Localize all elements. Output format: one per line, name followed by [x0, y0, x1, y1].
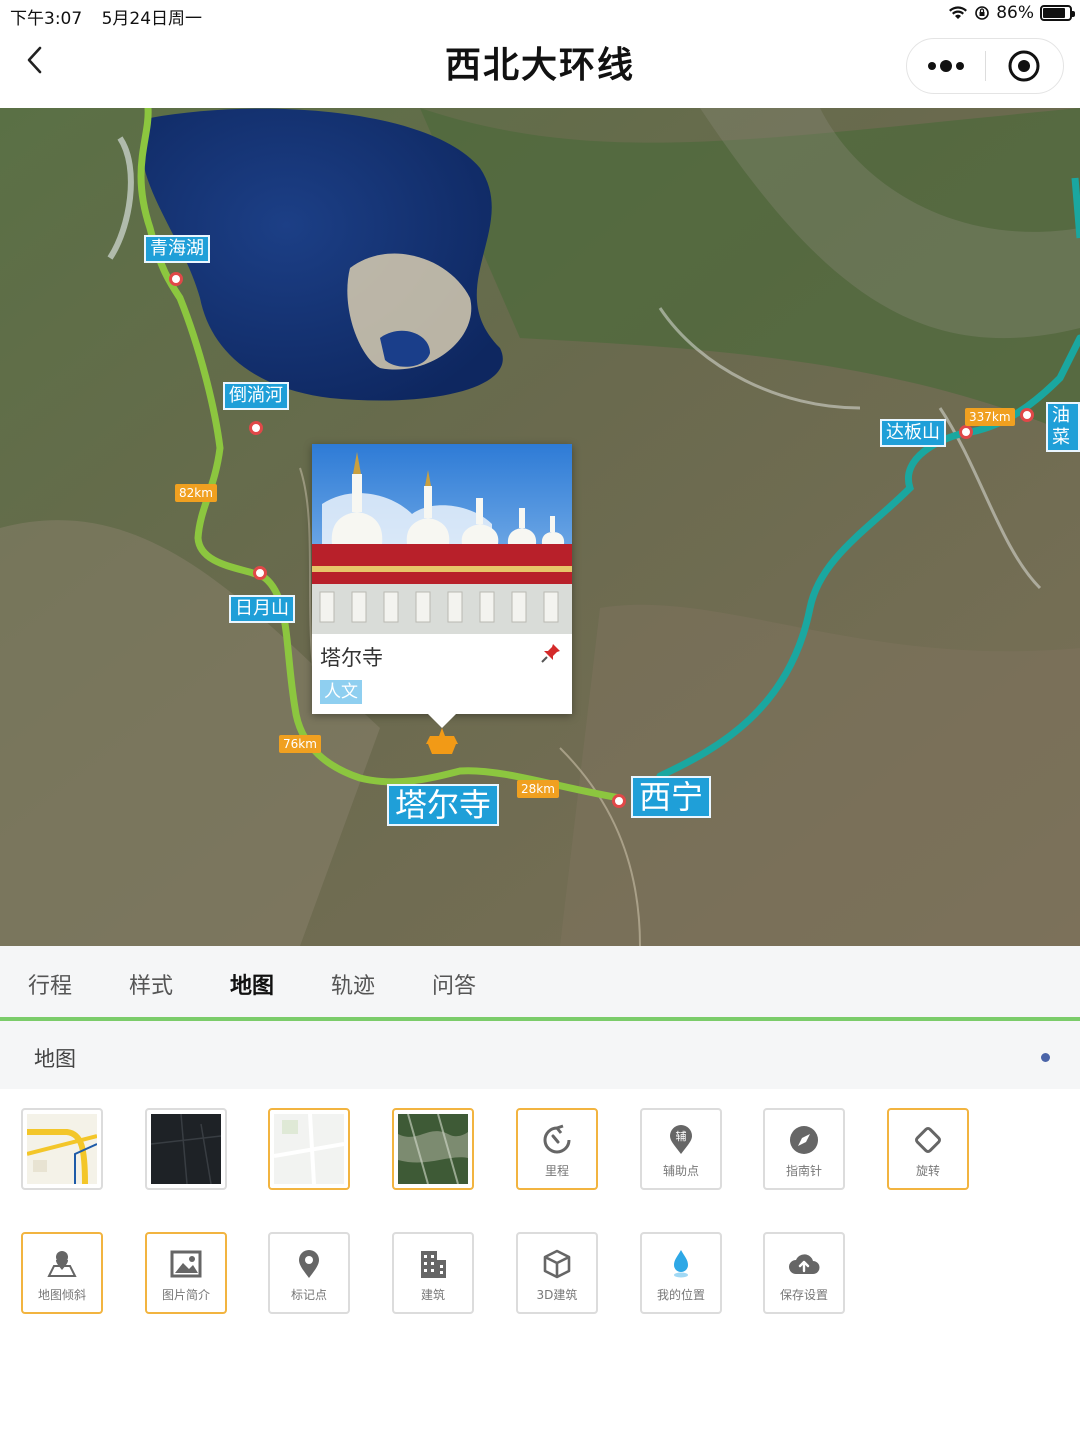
- section-header: 地图: [0, 1021, 1080, 1089]
- pin-button[interactable]: [540, 642, 562, 668]
- auxiliary-point-icon: 辅: [670, 1125, 692, 1154]
- wifi-icon: [949, 6, 968, 19]
- poi-popup-card[interactable]: 塔尔寺 人文: [312, 444, 572, 728]
- place-label-riyue-mountain[interactable]: 日月山: [229, 595, 295, 623]
- cloud-upload-icon: [789, 1254, 820, 1274]
- tool-label: 旋转: [915, 1164, 940, 1178]
- dark-map-thumbnail: [151, 1114, 221, 1184]
- temple-map-marker-icon[interactable]: [424, 728, 460, 758]
- stop-marker[interactable]: [253, 566, 267, 580]
- tab-style[interactable]: 样式: [129, 968, 173, 1000]
- tool-label: 辅助点: [662, 1164, 699, 1178]
- more-button[interactable]: [907, 39, 985, 93]
- rotate-icon: [915, 1127, 941, 1153]
- map-style-satellite[interactable]: [392, 1108, 474, 1190]
- map-style-dark[interactable]: [145, 1108, 227, 1190]
- target-circle-icon: [1008, 50, 1040, 82]
- place-label-taer-temple[interactable]: 塔尔寺: [387, 784, 500, 826]
- tool-label: 标记点: [290, 1288, 327, 1302]
- tool-label: 里程: [544, 1164, 569, 1178]
- map-style-standard[interactable]: [21, 1108, 103, 1190]
- tool-label: 地图倾斜: [37, 1288, 86, 1302]
- compass-icon: [790, 1126, 818, 1154]
- distance-label: 337km: [965, 408, 1015, 426]
- category-tag: 人文: [320, 680, 362, 704]
- stop-marker[interactable]: [612, 794, 626, 808]
- save-settings-button[interactable]: 保存设置: [763, 1232, 845, 1314]
- tab-qa[interactable]: 问答: [432, 968, 476, 1000]
- poi-name: 塔尔寺: [320, 646, 383, 670]
- stop-marker[interactable]: [169, 272, 183, 286]
- stop-marker[interactable]: [959, 425, 973, 439]
- stop-marker[interactable]: [249, 421, 263, 435]
- battery-icon: [1040, 5, 1075, 21]
- stop-marker[interactable]: [1020, 408, 1034, 422]
- tool-label: 3D建筑: [536, 1288, 578, 1302]
- distance-label: 76km: [279, 735, 321, 753]
- auxiliary-point-toggle[interactable]: 辅 辅助点: [640, 1108, 722, 1190]
- mini-program-capsule: [906, 38, 1064, 94]
- tool-label: 图片简介: [161, 1288, 210, 1302]
- marker-toggle[interactable]: 标记点: [268, 1232, 350, 1314]
- bottom-tab-bar: 行程 样式 地图 轨迹 问答: [0, 946, 1080, 1018]
- tool-label: 我的位置: [656, 1288, 705, 1302]
- svg-text:辅: 辅: [676, 1129, 687, 1143]
- distance-label: 28km: [517, 780, 559, 798]
- compass-toggle[interactable]: 指南针: [763, 1108, 845, 1190]
- map-tilt-toggle[interactable]: 地图倾斜: [21, 1232, 103, 1314]
- tab-itinerary[interactable]: 行程: [28, 968, 72, 1000]
- status-bar: 下午3:07 5月24日周一 86%: [0, 0, 1080, 29]
- marker-icon: [299, 1250, 319, 1278]
- place-label-rapeseed[interactable]: 油菜: [1046, 402, 1080, 452]
- cube-icon: [543, 1249, 571, 1279]
- tool-label: 指南针: [785, 1164, 822, 1178]
- light-map-thumbnail: [274, 1114, 344, 1184]
- temple-photo: [312, 444, 572, 634]
- place-label-qinghai-lake[interactable]: 青海湖: [144, 235, 210, 263]
- status-date: 5月24日周一: [101, 9, 203, 29]
- orientation-lock-icon: [975, 6, 990, 20]
- distance-label: 82km: [175, 484, 217, 502]
- section-indicator-dot: [1041, 1053, 1050, 1062]
- nav-bar: 西北大环线: [0, 28, 1080, 108]
- my-location-icon: [674, 1250, 688, 1278]
- battery-percent: 86%: [996, 3, 1034, 23]
- route-east-top: [1071, 177, 1080, 239]
- tool-label: 保存设置: [779, 1288, 828, 1302]
- mileage-toggle[interactable]: 里程: [516, 1108, 598, 1190]
- tab-map[interactable]: 地图: [230, 968, 274, 1000]
- section-title: 地图: [34, 1047, 76, 1071]
- place-label-daban-mountain[interactable]: 达板山: [880, 419, 946, 447]
- 3d-building-toggle[interactable]: 3D建筑: [516, 1232, 598, 1314]
- close-miniprogram-button[interactable]: [986, 39, 1064, 93]
- rotate-toggle[interactable]: 旋转: [887, 1108, 969, 1190]
- tab-track[interactable]: 轨迹: [331, 968, 375, 1000]
- place-label-daotang-river[interactable]: 倒淌河: [223, 382, 289, 410]
- building-icon: [421, 1251, 446, 1278]
- more-dots-icon: [927, 60, 964, 72]
- standard-map-thumbnail: [27, 1114, 97, 1184]
- image-intro-toggle[interactable]: 图片简介: [145, 1232, 227, 1314]
- my-location-toggle[interactable]: 我的位置: [640, 1232, 722, 1314]
- map-tilt-icon: [47, 1251, 77, 1277]
- satellite-map[interactable]: 青海湖 倒淌河 82km 日月山 76km 塔尔寺 28km 西宁 达板山 33…: [0, 108, 1080, 946]
- status-time: 下午3:07: [10, 9, 83, 29]
- satellite-map-thumbnail: [398, 1114, 468, 1184]
- mileage-icon: [543, 1124, 571, 1154]
- pushpin-icon: [541, 644, 560, 663]
- building-toggle[interactable]: 建筑: [392, 1232, 474, 1314]
- place-label-xining[interactable]: 西宁: [631, 776, 712, 818]
- image-intro-icon: [170, 1250, 202, 1278]
- tool-label: 建筑: [420, 1288, 445, 1302]
- map-style-light[interactable]: [268, 1108, 350, 1190]
